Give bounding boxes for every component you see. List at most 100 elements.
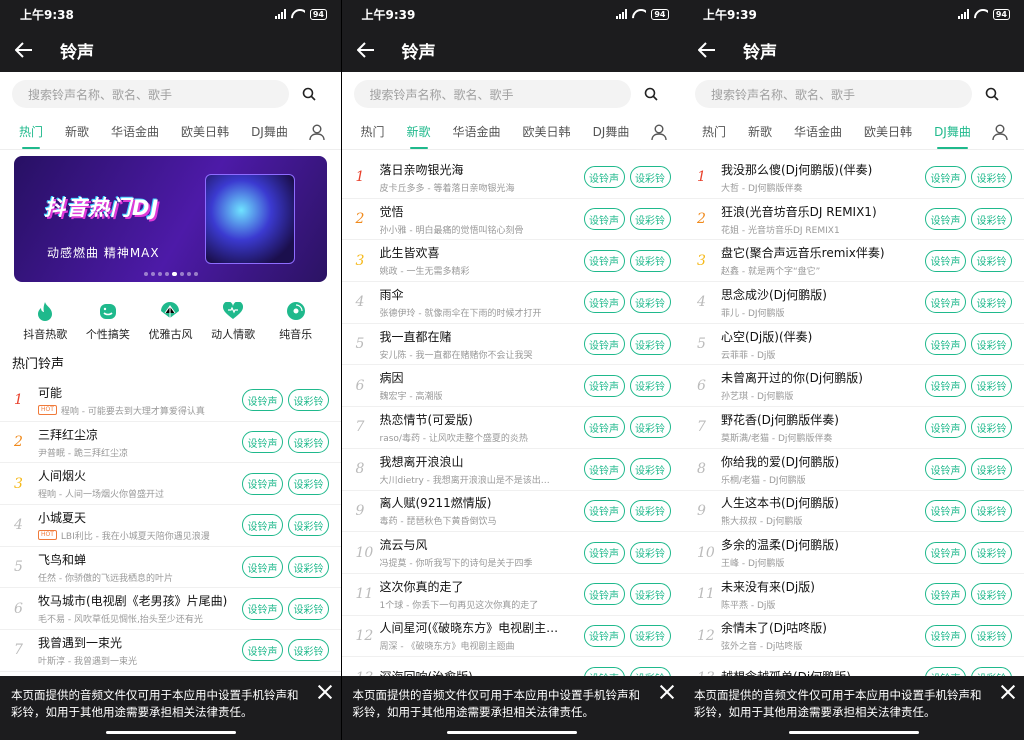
table-row[interactable]: 13深海回响(治愈版)设铃声设彩铃 bbox=[342, 657, 683, 676]
set-ringtone-button[interactable]: 设铃声 bbox=[583, 499, 625, 522]
set-crbt-button[interactable]: 设彩铃 bbox=[629, 166, 671, 189]
set-ringtone-button[interactable]: 设铃声 bbox=[242, 472, 283, 495]
table-row[interactable]: 2 三拜红尘凉 尹普眠 - 跪三拜红尘凉 设铃声 设彩铃 bbox=[0, 422, 341, 464]
search-input[interactable]: 搜索铃声名称、歌名、歌手 bbox=[695, 80, 972, 108]
tab-new[interactable]: 新歌 bbox=[65, 123, 89, 149]
set-crbt-button[interactable]: 设彩铃 bbox=[971, 458, 1012, 481]
table-row[interactable]: 6 病因 魏宏宇 - 高潮版 设铃声 设彩铃 bbox=[341, 365, 683, 408]
set-crbt-button[interactable]: 设彩铃 bbox=[971, 416, 1012, 439]
set-ringtone-button[interactable]: 设铃声 bbox=[925, 624, 966, 647]
set-ringtone-button[interactable]: 设铃声 bbox=[925, 541, 966, 564]
set-ringtone-button[interactable]: 设铃声 bbox=[583, 458, 625, 481]
table-row[interactable]: 5 我一直都在赌 安儿陈 - 我一直都在赌赌你不会让我哭 设铃声 设彩铃 bbox=[341, 324, 683, 366]
set-ringtone-button[interactable]: 设铃声 bbox=[583, 208, 625, 231]
set-crbt-button[interactable]: 设彩铃 bbox=[629, 291, 671, 314]
set-ringtone-button[interactable]: 设铃声 bbox=[925, 666, 966, 676]
set-ringtone-button[interactable]: 设铃声 bbox=[242, 389, 283, 412]
set-ringtone-button[interactable]: 设铃声 bbox=[242, 556, 283, 579]
set-crbt-button[interactable]: 设彩铃 bbox=[971, 374, 1012, 397]
tab-chinese[interactable]: 华语金曲 bbox=[453, 123, 501, 149]
set-ringtone-button[interactable]: 设铃声 bbox=[925, 374, 966, 397]
table-row[interactable]: 2 狂浪(光音坊音乐DJ REMIX1) 花姐 - 光音坊音乐DJ REMIX1 设铃… bbox=[683, 199, 1024, 241]
table-row[interactable]: 8 我想离开浪浪山 大川dietry - 我想离开浪浪山是不是该出… 设铃声 设彩铃 bbox=[341, 449, 683, 491]
table-row[interactable]: 4 小城夏天 HOT LBI利比 - 我在小城夏天陪你遇见浪漫 设铃声 设彩铃 bbox=[0, 505, 341, 547]
tab-western[interactable]: 欧美日韩 bbox=[864, 123, 912, 149]
table-row[interactable]: 12 余情未了(Dj咕咚版) 弦外之音 - Dj咕咚版 设铃声 设彩铃 bbox=[683, 616, 1024, 658]
user-icon[interactable] bbox=[305, 120, 329, 144]
table-row[interactable]: 5 飞鸟和蝉 任然 - 你骄傲的飞远我栖息的叶片 设铃声 设彩铃 bbox=[0, 547, 341, 589]
set-ringtone-button[interactable]: 设铃声 bbox=[242, 597, 283, 620]
set-crbt-button[interactable]: 设彩铃 bbox=[629, 624, 671, 647]
set-crbt-button[interactable]: 设彩铃 bbox=[971, 208, 1012, 231]
tab-chinese[interactable]: 华语金曲 bbox=[794, 123, 842, 149]
table-row[interactable]: 5 心空(Dj版)(伴奏) 云菲菲 - Dj版 设铃声 设彩铃 bbox=[683, 324, 1024, 366]
set-crbt-button[interactable]: 设彩铃 bbox=[629, 416, 671, 439]
promo-banner[interactable]: 抖音热门DJ 动感燃曲 精神MAX bbox=[14, 156, 327, 282]
tab-western[interactable]: 欧美日韩 bbox=[181, 123, 229, 149]
search-icon[interactable] bbox=[289, 80, 329, 108]
set-crbt-button[interactable]: 设彩铃 bbox=[971, 499, 1012, 522]
set-crbt-button[interactable]: 设彩铃 bbox=[288, 389, 329, 412]
set-crbt-button[interactable]: 设彩铃 bbox=[629, 583, 671, 606]
table-row[interactable]: 4 雨伞 张德伊玲 - 就像雨伞在下雨的时候才打开 设铃声 设彩铃 bbox=[341, 282, 683, 324]
set-ringtone-button[interactable]: 设铃声 bbox=[583, 666, 625, 676]
set-ringtone-button[interactable]: 设铃声 bbox=[583, 583, 625, 606]
tab-hot[interactable]: 热门 bbox=[702, 123, 726, 149]
set-ringtone-button[interactable]: 设铃声 bbox=[242, 431, 283, 454]
user-icon[interactable] bbox=[988, 120, 1012, 144]
set-ringtone-button[interactable]: 设铃声 bbox=[242, 639, 283, 662]
set-crbt-button[interactable]: 设彩铃 bbox=[288, 514, 329, 537]
search-icon[interactable] bbox=[972, 80, 1012, 108]
table-row[interactable]: 3 人间烟火 程响 - 人间一场烟火你曾盛开过 设铃声 设彩铃 bbox=[0, 463, 341, 506]
search-icon[interactable] bbox=[631, 80, 671, 108]
tab-hot[interactable]: 热门 bbox=[19, 123, 43, 149]
set-crbt-button[interactable]: 设彩铃 bbox=[629, 458, 671, 481]
set-crbt-button[interactable]: 设彩铃 bbox=[971, 666, 1012, 676]
table-row[interactable]: 10 多余的温柔(Dj何鹏版) 王峰 - Dj何鹏版 设铃声 设彩铃 bbox=[683, 532, 1024, 574]
set-ringtone-button[interactable]: 设铃声 bbox=[925, 583, 966, 606]
table-row[interactable]: 7 热恋情节(可爱版) raso/毒药 - 让风吹走整个盛夏的炎热 设铃声 设彩铃 bbox=[341, 407, 683, 449]
set-crbt-button[interactable]: 设彩铃 bbox=[629, 541, 671, 564]
set-crbt-button[interactable]: 设彩铃 bbox=[288, 431, 329, 454]
table-row[interactable]: 9 人生这本书(Dj何鹏版) 熊大叔叔 - Dj何鹏版 设铃声 设彩铃 bbox=[683, 491, 1024, 533]
tab-dj[interactable]: DJ舞曲 bbox=[251, 123, 288, 149]
tab-new[interactable]: 新歌 bbox=[748, 123, 772, 149]
set-ringtone-button[interactable]: 设铃声 bbox=[583, 416, 625, 439]
tab-western[interactable]: 欧美日韩 bbox=[523, 123, 571, 149]
cat-funny[interactable]: 个性搞笑 bbox=[78, 300, 138, 342]
set-ringtone-button[interactable]: 设铃声 bbox=[925, 333, 966, 356]
cat-douyin[interactable]: 抖音热歌 bbox=[15, 300, 75, 342]
set-ringtone-button[interactable]: 设铃声 bbox=[242, 514, 283, 537]
table-row[interactable]: 1 落日亲吻银光海 皮卡丘多多 - 等着落日亲吻银光海 设铃声 设彩铃 bbox=[341, 157, 683, 199]
table-row[interactable]: 13越想念越孤单(Dj何鹏版)设铃声设彩铃 bbox=[683, 657, 1024, 676]
table-row[interactable]: 10 流云与风 冯提莫 - 你听我写下的诗句是关于四季 设铃声 设彩铃 bbox=[341, 532, 683, 574]
table-row[interactable]: 7 野花香(Dj何鹏版伴奏) 莫斯满/老猫 - Dj何鹏版伴奏 设铃声 设彩铃 bbox=[683, 407, 1024, 449]
set-ringtone-button[interactable]: 设铃声 bbox=[925, 499, 966, 522]
table-row[interactable]: 6 牧马城市(电视剧《老男孩》片尾曲) 毛不易 - 风吹草低见惆怅,抬头至少还有光 设… bbox=[0, 588, 341, 631]
back-arrow-icon[interactable] bbox=[12, 38, 36, 62]
set-crbt-button[interactable]: 设彩铃 bbox=[971, 624, 1012, 647]
cat-classical[interactable]: 优雅古风 bbox=[140, 300, 200, 342]
tab-dj[interactable]: DJ舞曲 bbox=[593, 123, 630, 149]
set-crbt-button[interactable]: 设彩铃 bbox=[629, 374, 671, 397]
table-row[interactable]: 11 这次你真的走了 1个球 - 你丢下一句再见这次你真的走了 设铃声 设彩铃 bbox=[341, 574, 683, 616]
set-ringtone-button[interactable]: 设铃声 bbox=[925, 416, 966, 439]
set-crbt-button[interactable]: 设彩铃 bbox=[629, 249, 671, 272]
table-row[interactable]: 2 觉悟 孙小雅 - 明白最痛的觉悟叫铭心刻骨 设铃声 设彩铃 bbox=[341, 199, 683, 241]
tab-hot[interactable]: 热门 bbox=[361, 123, 385, 149]
tab-new[interactable]: 新歌 bbox=[407, 123, 431, 149]
close-icon[interactable] bbox=[317, 684, 333, 700]
set-crbt-button[interactable]: 设彩铃 bbox=[629, 666, 671, 676]
table-row[interactable]: 3 此生皆欢喜 姚政 - 一生无需多精彩 设铃声 设彩铃 bbox=[341, 240, 683, 283]
tab-dj[interactable]: DJ舞曲 bbox=[934, 123, 971, 149]
set-crbt-button[interactable]: 设彩铃 bbox=[629, 333, 671, 356]
table-row[interactable]: 4 思念成沙(Dj何鹏版) 菲儿 - DJ何鹏版 设铃声 设彩铃 bbox=[683, 282, 1024, 324]
search-input[interactable]: 搜索铃声名称、歌名、歌手 bbox=[353, 80, 631, 108]
user-icon[interactable] bbox=[646, 120, 671, 144]
set-ringtone-button[interactable]: 设铃声 bbox=[583, 374, 625, 397]
set-ringtone-button[interactable]: 设铃声 bbox=[925, 249, 966, 272]
set-ringtone-button[interactable]: 设铃声 bbox=[925, 166, 966, 189]
set-ringtone-button[interactable]: 设铃声 bbox=[583, 541, 625, 564]
tab-chinese[interactable]: 华语金曲 bbox=[111, 123, 159, 149]
set-crbt-button[interactable]: 设彩铃 bbox=[971, 249, 1012, 272]
